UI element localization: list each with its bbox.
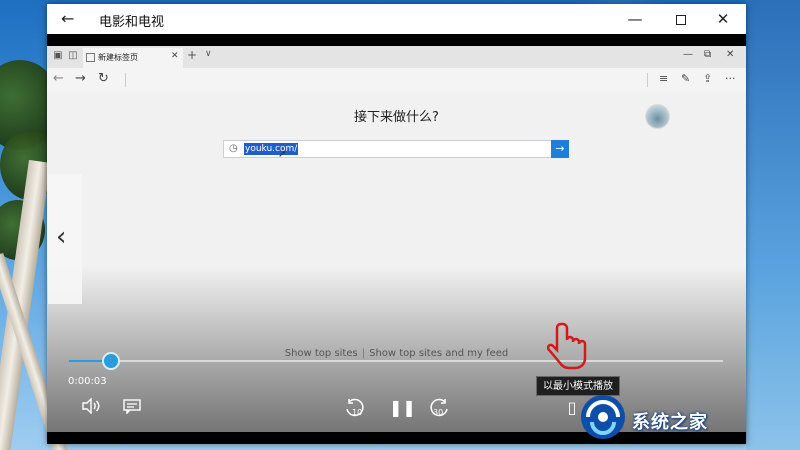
tab-preview-icon: ◫	[68, 50, 78, 61]
speaker-icon	[82, 397, 100, 415]
tab-label: 新建标签页	[98, 53, 138, 62]
minimize-button[interactable]: —	[612, 4, 658, 34]
skip-back-seconds: 10	[352, 408, 362, 417]
search-value: youku.com/	[244, 143, 299, 155]
subtitles-icon	[123, 399, 141, 415]
browser-nav-bar: ← → ↻ ≡ ✎ ⇪ ···	[47, 68, 746, 92]
skip-forward-button[interactable]: 30	[427, 398, 451, 422]
nav-divider	[125, 73, 126, 87]
tab-close-icon: ✕	[171, 51, 179, 61]
mouse-cursor-icon: ➚	[278, 149, 287, 160]
volume-button[interactable]	[81, 397, 101, 418]
go-arrow-icon: →	[551, 140, 569, 158]
watermark-logo-icon	[581, 395, 625, 439]
maximize-button[interactable]	[658, 4, 704, 34]
history-icon: ◷	[229, 143, 238, 154]
browser-tab-strip: ▣ ◫ 新建标签页 ✕ + ∨ — ⧉ ✕	[47, 46, 746, 68]
more-icon: ···	[725, 72, 736, 85]
web-note-icon: ✎	[681, 72, 691, 85]
tab-menu-icon: ∨	[205, 49, 212, 59]
chevron-left-icon: ‹	[56, 222, 67, 252]
window-title: 电影和电视	[99, 15, 165, 30]
toolbar-divider	[647, 73, 648, 87]
skip-forward-icon: 30	[430, 398, 448, 417]
top-sites-separator: |	[361, 348, 366, 359]
video-frame-edge-browser: ▣ ◫ 新建标签页 ✕ + ∨ — ⧉ ✕ ← → ↻ ≡ ✎ ⇪ ··· 接下…	[47, 46, 746, 432]
browser-refresh-icon: ↻	[98, 71, 109, 86]
page-icon	[86, 53, 95, 62]
skip-forward-seconds: 30	[433, 408, 443, 417]
browser-forward-icon: →	[75, 71, 86, 86]
browser-close-icon: ✕	[726, 49, 735, 60]
hub-icon: ≡	[659, 72, 669, 85]
browser-tab: 新建标签页 ✕	[83, 48, 183, 68]
watermark-text: 系统之家	[632, 412, 708, 433]
maximize-icon	[676, 14, 686, 25]
subtitles-button[interactable]	[123, 398, 141, 418]
browser-back-icon: ←	[53, 71, 64, 86]
watermark: 系统之家	[570, 386, 800, 450]
avatar	[645, 104, 670, 129]
tab-aside-icon: ▣	[53, 50, 63, 61]
back-arrow-icon[interactable]: ←	[61, 10, 79, 28]
seek-bar[interactable]	[69, 352, 723, 370]
playback-position: 0:00:03	[68, 376, 107, 387]
top-sites-feed-option: Show top sites and my feed	[369, 348, 509, 359]
address-search-box: ◷ youku.com/ →	[223, 140, 569, 158]
skip-back-icon: 10	[346, 398, 364, 417]
close-button[interactable]: ✕	[700, 4, 746, 34]
seek-bar-thumb[interactable]	[101, 352, 120, 370]
red-pointer-hand-icon	[547, 322, 587, 370]
previous-item-button[interactable]: ‹	[48, 174, 82, 304]
top-sites-option: Show top sites	[284, 348, 358, 359]
skip-back-button[interactable]: 10	[343, 398, 367, 422]
browser-minimize-icon: —	[683, 49, 693, 60]
desktop-right-strip	[746, 0, 800, 450]
pause-button[interactable]: ❚❚	[389, 398, 416, 417]
browser-restore-icon: ⧉	[704, 49, 712, 60]
new-tab-icon: +	[187, 48, 198, 62]
title-bar: ← 电影和电视 — ✕	[47, 4, 746, 34]
new-tab-heading: 接下来做什么?	[354, 110, 439, 125]
movies-tv-window: ← 电影和电视 — ✕ ▣ ◫ 新建标签页 ✕ + ∨ — ⧉ ✕ ← → ↻ …	[47, 4, 746, 444]
share-icon: ⇪	[703, 72, 713, 85]
top-sites-options: Show top sites | Show top sites and my fee…	[47, 348, 746, 359]
